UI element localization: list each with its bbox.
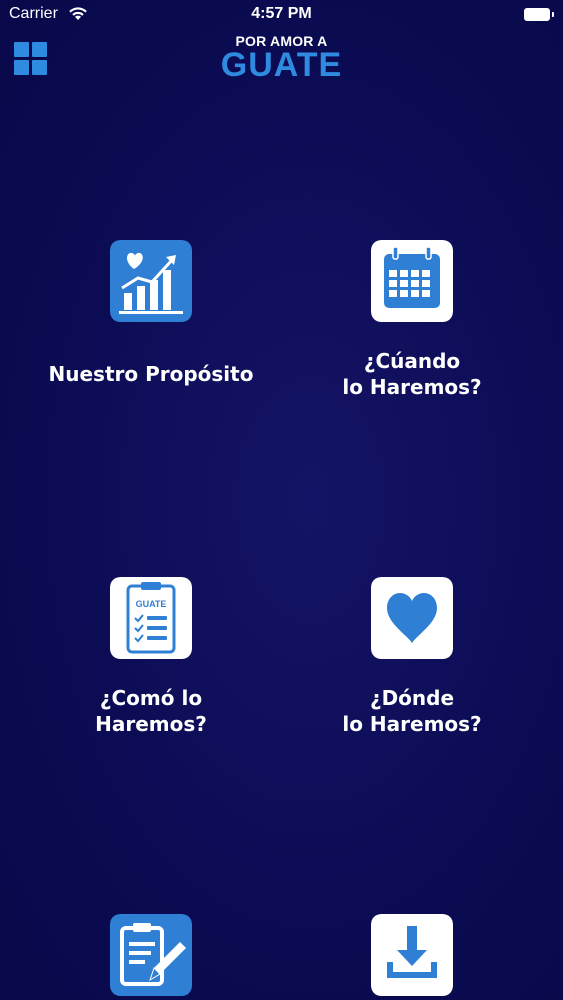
grid-icon-cell [14,60,29,75]
clipboard-pencil-icon [110,914,192,996]
tile-label: ¿Comó lo Haremos? [26,685,276,737]
clock: 4:57 PM [251,5,312,22]
tile-label: ¿Cúando lo Haremos? [287,348,537,400]
tile-label: Nuestro Propósito [26,361,276,387]
grid-icon-cell [32,42,47,57]
tile-label: ¿Dónde lo Haremos? [287,685,537,737]
grid-icon-cell [32,60,47,75]
tile-label-line: Nuestro Propósito [48,362,254,386]
tile-nuestro-proposito[interactable]: Nuestro Propósito [26,240,276,387]
heart-icon [371,577,453,659]
tile-label-line: lo Haremos? [342,375,482,399]
heart-chart-icon [110,240,192,322]
tile-donde-lo-haremos[interactable]: ¿Dónde lo Haremos? [287,577,537,737]
grid-menu-button[interactable] [14,42,48,76]
clipboard-brand-text: GUATE [136,599,167,609]
tile-label-line: ¿Cúando [363,349,461,373]
download-icon [371,914,453,996]
app-logo: POR AMOR A GUATE [200,33,363,84]
status-bar: Carrier 4:57 PM [0,0,563,30]
tile-label-line: ¿Comó lo [99,686,203,710]
tile-cuando-lo-haremos[interactable]: ¿Cúando lo Haremos? [287,240,537,400]
logo-wordmark: GUATE [220,46,343,84]
tile-label-line: lo Haremos? [342,712,482,736]
tile-label-line: Haremos? [95,712,207,736]
tile-label-line: ¿Dónde [369,686,455,710]
tile-registro[interactable] [26,914,276,996]
tile-como-lo-haremos[interactable]: GUATE ¿Comó lo Haremos? [26,577,276,737]
battery-icon [524,8,554,21]
tile-descargar[interactable] [287,914,537,996]
clipboard-checklist-icon: GUATE [110,577,192,659]
calendar-icon [371,240,453,322]
grid-icon-cell [14,42,29,57]
